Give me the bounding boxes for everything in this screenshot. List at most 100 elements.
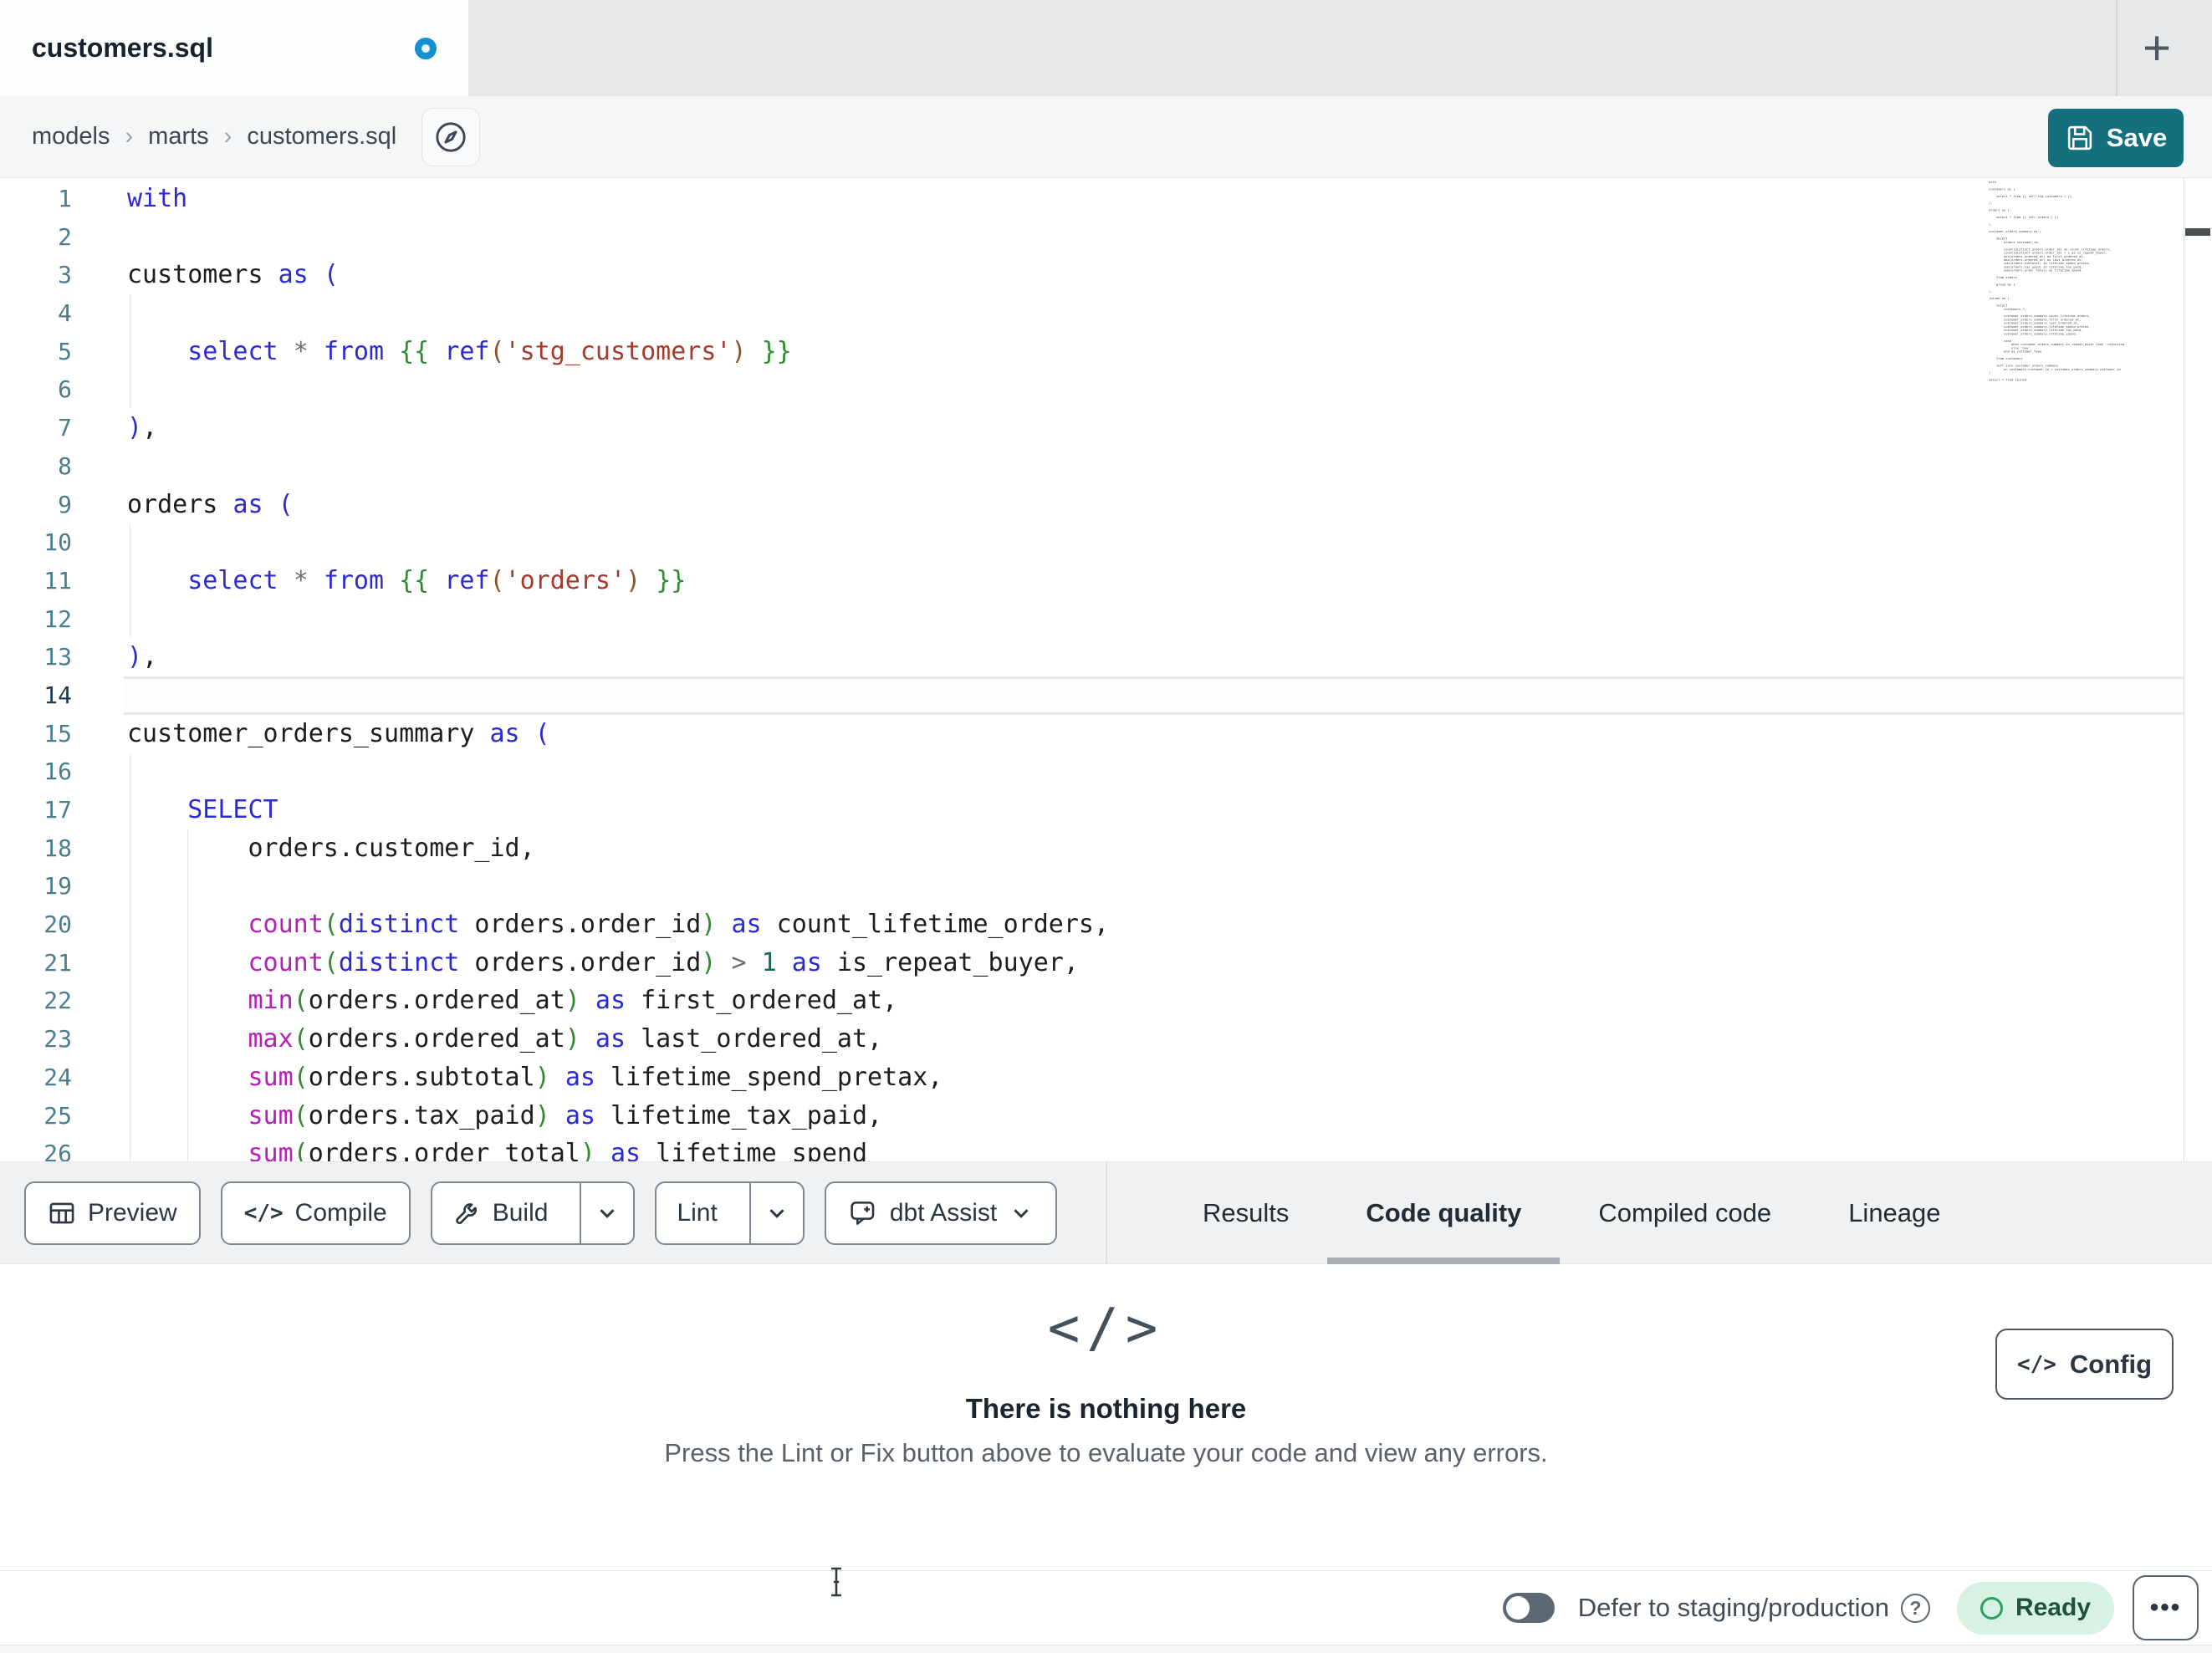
line-number[interactable]: 21 [0, 944, 72, 982]
code-text [72, 447, 127, 486]
status-bar: Defer to staging/production ? Ready ••• [0, 1570, 2212, 1645]
code-line-7[interactable]: 7), [0, 409, 2212, 447]
line-number[interactable]: 9 [0, 486, 72, 524]
defer-label: Defer to staging/production [1577, 1593, 1889, 1622]
code-text: min(orders.ordered_at) as first_ordered_… [248, 986, 898, 1016]
code-line-8[interactable]: 8 [0, 447, 2212, 486]
line-number[interactable]: 24 [0, 1059, 72, 1097]
code-text [72, 218, 127, 257]
compass-icon [436, 121, 466, 152]
compile-label: Compile [294, 1198, 387, 1227]
code-line-19[interactable]: 19 [0, 867, 2212, 906]
toggle-knob [1505, 1596, 1530, 1620]
code-line-11[interactable]: 11 select * from {{ ref('orders') }} [0, 562, 2212, 600]
line-number[interactable]: 23 [0, 1020, 72, 1059]
code-line-26[interactable]: 26 sum(orders.order_total) as lifetime_s… [0, 1135, 2212, 1161]
code-line-10[interactable]: 10 [0, 523, 2212, 562]
breadcrumb-row: models › marts › customers.sql [0, 96, 2212, 178]
line-number[interactable]: 22 [0, 982, 72, 1020]
defer-toggle[interactable] [1502, 1593, 1555, 1623]
build-dropdown-button[interactable] [580, 1182, 633, 1243]
code-text: SELECT [187, 795, 278, 824]
minimap[interactable]: with customers as ( select * from {{ ref… [1989, 181, 2183, 390]
code-icon: </> [243, 1200, 284, 1226]
code-line-25[interactable]: 25 sum(orders.tax_paid) as lifetime_tax_… [0, 1097, 2212, 1135]
file-tab-title: customers.sql [32, 33, 213, 63]
line-number[interactable]: 18 [0, 829, 72, 868]
line-number[interactable]: 16 [0, 753, 72, 791]
panel-tabs: Results Code quality Compiled code Lineage [1164, 1162, 1980, 1264]
help-icon[interactable]: ? [1900, 1593, 1930, 1623]
line-number[interactable]: 7 [0, 409, 72, 447]
breadcrumb-item-marts[interactable]: marts [148, 123, 209, 151]
line-number[interactable]: 2 [0, 218, 72, 257]
code-line-16[interactable]: 16 [0, 753, 2212, 791]
line-number[interactable]: 11 [0, 562, 72, 600]
lint-dropdown-button[interactable] [748, 1182, 803, 1243]
more-options-button[interactable]: ••• [2133, 1575, 2199, 1640]
lint-label: Lint [677, 1198, 718, 1227]
minimap-code: with customers as ( select * from {{ ref… [1989, 181, 2127, 382]
code-text: ), [127, 642, 158, 672]
line-number[interactable]: 17 [0, 791, 72, 829]
code-line-3[interactable]: 3 customers as ( [0, 256, 2212, 294]
new-tab-button[interactable]: + [2123, 0, 2190, 96]
status-badge: Ready [1956, 1581, 2114, 1635]
tab-lineage[interactable]: Lineage [1810, 1162, 1979, 1264]
empty-state: </> There is nothing here Press the Lint… [0, 1298, 2212, 1468]
code-line-13[interactable]: 13), [0, 638, 2212, 676]
tab-compiled-code[interactable]: Compiled code [1560, 1162, 1810, 1264]
line-number[interactable]: 20 [0, 906, 72, 944]
code-text [72, 676, 127, 715]
code-line-18[interactable]: 18 orders.customer_id, [0, 829, 2212, 868]
code-line-15[interactable]: 15 customer_orders_summary as ( [0, 715, 2212, 753]
line-number[interactable]: 12 [0, 600, 72, 639]
line-number[interactable]: 15 [0, 715, 72, 753]
line-number[interactable]: 3 [0, 256, 72, 294]
line-number[interactable]: 14 [0, 676, 72, 715]
config-button[interactable]: </> Config [1995, 1329, 2174, 1400]
code-line-22[interactable]: 22 min(orders.ordered_at) as first_order… [0, 982, 2212, 1020]
line-number[interactable]: 13 [0, 638, 72, 676]
line-number[interactable]: 19 [0, 867, 72, 906]
code-line-4[interactable]: 4 [0, 294, 2212, 333]
build-split-button: Build [430, 1181, 636, 1245]
code-line-17[interactable]: 17 SELECT [0, 791, 2212, 829]
line-number[interactable]: 8 [0, 447, 72, 486]
breadcrumb-item-models[interactable]: models [32, 123, 110, 151]
tab-code-quality[interactable]: Code quality [1327, 1162, 1561, 1264]
code-line-14[interactable]: 14 [0, 676, 2212, 715]
line-number[interactable]: 6 [0, 370, 72, 409]
breadcrumb-item-customers-sql[interactable]: customers.sql [247, 123, 396, 151]
line-number[interactable]: 1 [0, 180, 72, 218]
unsaved-changes-dot-icon [415, 37, 437, 59]
line-number[interactable]: 10 [0, 523, 72, 562]
code-line-24[interactable]: 24 sum(orders.subtotal) as lifetime_spen… [0, 1059, 2212, 1097]
code-line-2[interactable]: 2 [0, 218, 2212, 257]
lint-button[interactable]: Lint [656, 1183, 737, 1243]
dbt-assist-button[interactable]: dbt Assist [824, 1181, 1058, 1245]
code-line-12[interactable]: 12 [0, 600, 2212, 639]
code-line-20[interactable]: 20 count(distinct orders.order_id) as co… [0, 906, 2212, 944]
line-number[interactable]: 26 [0, 1135, 72, 1161]
code-lines: 1 with 2 3 customers as (4 5 select * from {{… [0, 180, 2212, 1161]
build-button[interactable]: Build [432, 1183, 569, 1243]
save-button[interactable]: Save [2048, 109, 2184, 167]
preview-button[interactable]: Preview [24, 1181, 201, 1245]
line-number[interactable]: 25 [0, 1097, 72, 1135]
navigate-button[interactable] [421, 107, 481, 166]
tab-results[interactable]: Results [1164, 1162, 1327, 1264]
code-line-21[interactable]: 21 count(distinct orders.order_id) > 1 a… [0, 944, 2212, 982]
scrollbar-thumb[interactable] [2185, 228, 2210, 236]
line-number[interactable]: 4 [0, 294, 72, 333]
code-line-9[interactable]: 9 orders as ( [0, 486, 2212, 524]
code-line-1[interactable]: 1 with [0, 180, 2212, 218]
line-number[interactable]: 5 [0, 333, 72, 371]
code-line-6[interactable]: 6 [0, 370, 2212, 409]
code-editor[interactable]: 1 with 2 3 customers as (4 5 select * from {{… [0, 178, 2212, 1162]
code-line-5[interactable]: 5 select * from {{ ref('stg_customers') … [0, 333, 2212, 371]
code-text: select * from {{ ref('stg_customers') }} [187, 336, 792, 366]
file-tab-customers-sql[interactable]: customers.sql [0, 0, 468, 96]
code-line-23[interactable]: 23 max(orders.ordered_at) as last_ordere… [0, 1020, 2212, 1059]
compile-button[interactable]: </> Compile [220, 1181, 411, 1245]
